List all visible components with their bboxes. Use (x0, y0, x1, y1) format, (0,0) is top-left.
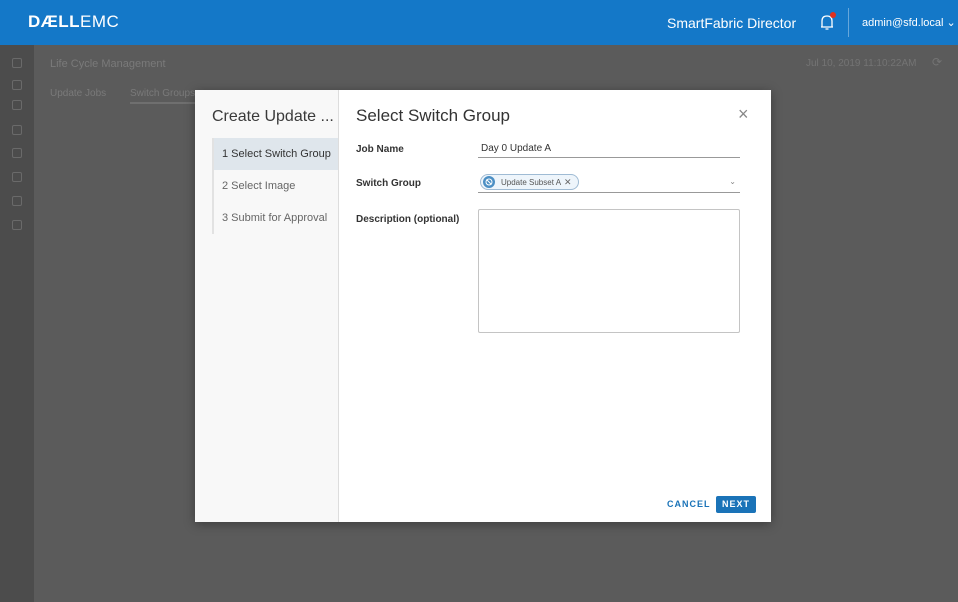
app-header: DÆLLEMC SmartFabric Director admin@sfd.l… (0, 0, 958, 45)
wizard-steps-panel: Create Update ... 1 Select Switch Group … (195, 90, 339, 522)
page-title: Life Cycle Management (50, 58, 166, 70)
nav-fabric-icon[interactable] (12, 100, 22, 110)
nav-inventory-icon[interactable] (12, 125, 22, 135)
nav-security-icon[interactable] (12, 196, 22, 206)
close-icon[interactable]: × (738, 105, 749, 123)
notification-badge (830, 12, 836, 18)
switch-group-label: Switch Group (356, 178, 421, 189)
nav-settings-icon[interactable] (12, 220, 22, 230)
cancel-button[interactable]: CANCEL (667, 499, 711, 509)
nav-link-icon[interactable] (12, 148, 22, 158)
job-name-input[interactable] (478, 140, 740, 158)
step-select-image[interactable]: 2 Select Image (214, 170, 338, 202)
description-label: Description (optional) (356, 214, 460, 225)
step-select-switch-group[interactable]: 1 Select Switch Group (214, 138, 338, 170)
tab-update-jobs[interactable]: Update Jobs (50, 88, 106, 99)
switch-group-chip: Update Subset A ✕ (480, 174, 579, 190)
wizard-title: Create Update ... (212, 108, 334, 125)
switch-group-chip-label: Update Subset A (501, 178, 562, 187)
tab-switch-groups[interactable]: Switch Groups (130, 88, 196, 104)
switch-group-icon (483, 176, 495, 188)
create-update-dialog: Create Update ... 1 Select Switch Group … (195, 90, 771, 522)
nav-user-icon[interactable] (12, 172, 22, 182)
next-button[interactable]: NEXT (716, 496, 756, 513)
nav-sidebar (0, 45, 34, 602)
refresh-icon[interactable]: ⟳ (932, 55, 942, 69)
switch-group-select[interactable]: Update Subset A ✕ ⌄ (478, 173, 740, 193)
step-submit-for-approval[interactable]: 3 Submit for Approval (214, 202, 338, 234)
nav-menu-icon[interactable] (12, 58, 22, 68)
last-updated-timestamp: Jul 10, 2019 11:10:22AM (806, 58, 917, 69)
nav-dashboard-icon[interactable] (12, 80, 22, 90)
header-divider (848, 8, 849, 37)
app-title: SmartFabric Director (667, 15, 797, 31)
description-textarea[interactable] (478, 209, 740, 333)
user-menu[interactable]: admin@sfd.local ⌄ (862, 16, 956, 29)
dell-emc-logo: DÆLLEMC (28, 12, 120, 31)
dialog-title: Select Switch Group (356, 106, 511, 125)
chevron-down-icon[interactable]: ⌄ (729, 177, 736, 186)
job-name-label: Job Name (356, 144, 404, 155)
chip-remove-icon[interactable]: ✕ (564, 177, 572, 187)
